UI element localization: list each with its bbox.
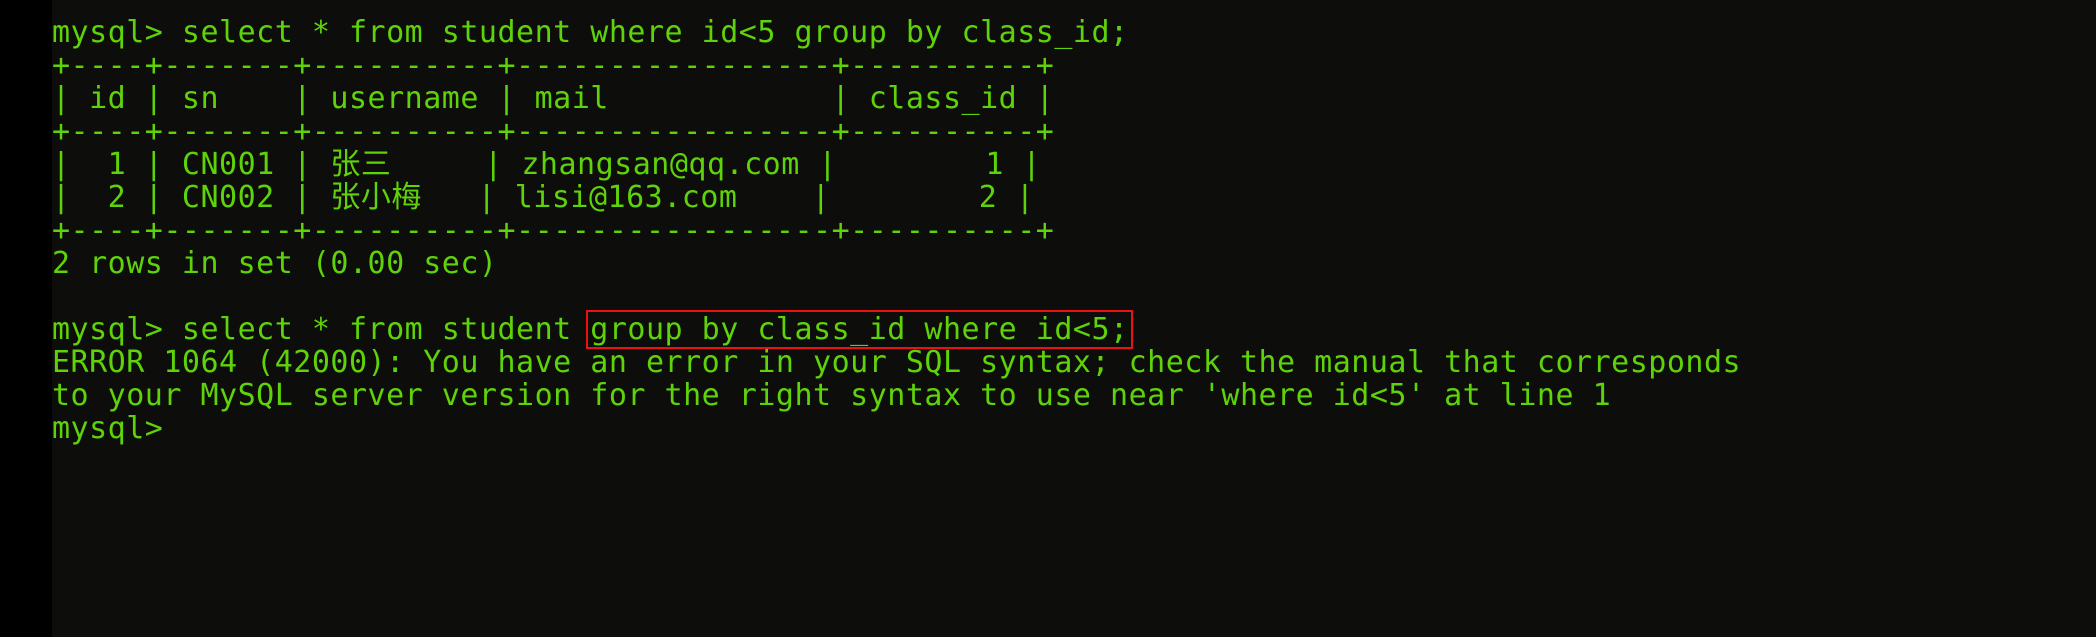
table-row: | 1 | CN001 | 张三 | zhangsan@qq.com | 1 | <box>52 148 2096 181</box>
result-row-count: 2 rows in set (0.00 sec) <box>52 247 2096 280</box>
rows-in-set-text: 2 rows in set (0.00 sec) <box>52 246 498 281</box>
table-border-top: +----+-------+----------+---------------… <box>52 48 1055 83</box>
table-rule-mid: +----+-------+----------+---------------… <box>52 115 2096 148</box>
table-border-middle: +----+-------+----------+---------------… <box>52 114 1055 149</box>
sql-error-text-part2: to your MySQL server version for the rig… <box>52 378 1612 413</box>
table-row-2-cells: | 2 | CN002 | 张小梅 | lisi@163.com | 2 | <box>52 180 1035 215</box>
terminal-screen[interactable]: mysql> select * from student where id<5 … <box>52 0 2096 637</box>
sql-query-2-highlighted-clause: group by class_id where id<5; <box>590 312 1129 347</box>
mysql-prompt: mysql> <box>52 411 164 446</box>
error-message-line-2: to your MySQL server version for the rig… <box>52 379 2096 412</box>
table-column-headers: | id | sn | username | mail | class_id | <box>52 81 1055 116</box>
sql-query-2-prefix: mysql> select * from student <box>52 312 591 347</box>
error-message-line-1: ERROR 1064 (42000): You have an error in… <box>52 346 2096 379</box>
table-row-1-cells: | 1 | CN001 | 张三 | zhangsan@qq.com | 1 | <box>52 147 1042 182</box>
table-rule-top: +----+-------+----------+---------------… <box>52 49 2096 82</box>
terminal-line-command-2: mysql> select * from student group by cl… <box>52 313 2096 346</box>
terminal-left-gutter <box>0 0 52 637</box>
blank-line <box>52 280 2096 313</box>
sql-query-1: mysql> select * from student where id<5 … <box>52 15 1129 50</box>
blank-spacer <box>52 279 71 314</box>
table-header-row: | id | sn | username | mail | class_id | <box>52 82 2096 115</box>
sql-error-text-part1: ERROR 1064 (42000): You have an error in… <box>52 345 1742 380</box>
table-row: | 2 | CN002 | 张小梅 | lisi@163.com | 2 | <box>52 181 2096 214</box>
terminal-prompt-final[interactable]: mysql> <box>52 412 2096 445</box>
table-border-bottom: +----+-------+----------+---------------… <box>52 213 1055 248</box>
table-rule-bottom: +----+-------+----------+---------------… <box>52 214 2096 247</box>
terminal-line-command-1: mysql> select * from student where id<5 … <box>52 16 2096 49</box>
terminal-window[interactable]: mysql> select * from student where id<5 … <box>0 0 2096 637</box>
